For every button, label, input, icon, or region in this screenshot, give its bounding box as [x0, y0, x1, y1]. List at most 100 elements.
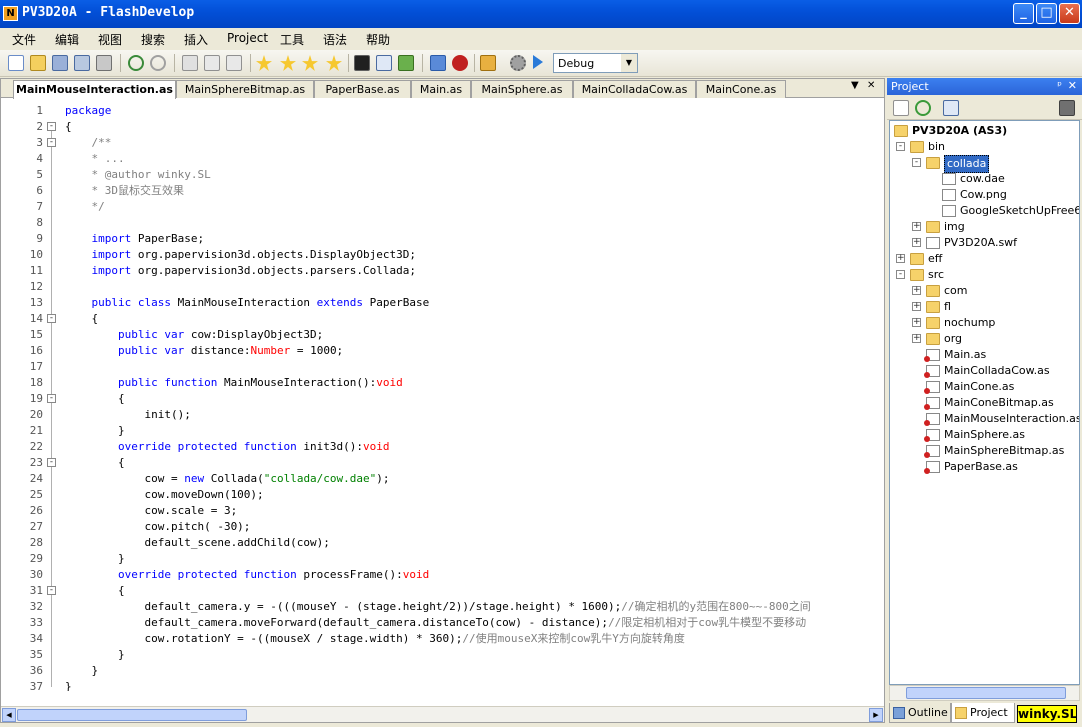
code-line[interactable]: 1 package: [1, 103, 884, 119]
expand-icon[interactable]: +: [912, 238, 921, 247]
expand-icon[interactable]: +: [896, 254, 905, 263]
menu-edit[interactable]: 编辑: [55, 31, 79, 48]
code-line[interactable]: 27 cow.pitch( -30);: [1, 519, 884, 535]
print-icon[interactable]: [96, 55, 112, 71]
scroll-right-icon[interactable]: ▶: [869, 708, 883, 722]
redo-icon[interactable]: [150, 55, 166, 71]
code-line[interactable]: 21 }: [1, 423, 884, 439]
fold-toggle-icon[interactable]: -: [47, 314, 56, 323]
expand-icon[interactable]: +: [912, 334, 921, 343]
tree-node[interactable]: - collada: [890, 155, 1079, 173]
tab-outline[interactable]: Outline: [889, 703, 951, 723]
code-line[interactable]: 26 cow.scale = 3;: [1, 503, 884, 519]
refresh-icon[interactable]: [915, 100, 931, 116]
tree-node[interactable]: PaperBase.as: [890, 459, 1079, 475]
collapse-icon[interactable]: -: [896, 270, 905, 279]
tree-node[interactable]: + org: [890, 331, 1079, 347]
check-syntax-icon[interactable]: [430, 55, 446, 71]
expand-icon[interactable]: +: [912, 302, 921, 311]
close-button[interactable]: ✕: [1059, 3, 1080, 24]
tree-node[interactable]: + fl: [890, 299, 1079, 315]
pin-icon[interactable]: ᵖ: [1057, 79, 1062, 92]
menu-insert[interactable]: 插入: [184, 31, 208, 48]
tree-node[interactable]: MainConeBitmap.as: [890, 395, 1079, 411]
close-panel-icon[interactable]: ✕: [1068, 79, 1077, 92]
code-line[interactable]: 31- {: [1, 583, 884, 599]
open-file-icon[interactable]: [30, 55, 46, 71]
debug-bug-icon[interactable]: [452, 55, 468, 71]
tree-node[interactable]: + img: [890, 219, 1079, 235]
maximize-button[interactable]: □: [1036, 3, 1057, 24]
code-line[interactable]: 33 default_camera.moveForward(default_ca…: [1, 615, 884, 631]
code-line[interactable]: 6 * 3D鼠标交互效果: [1, 183, 884, 199]
fold-toggle-icon[interactable]: -: [47, 586, 56, 595]
code-area[interactable]: 1 package 2-{3- /** 4 * ... 5 * @author wink…: [1, 99, 884, 691]
collapse-icon[interactable]: -: [912, 158, 921, 167]
save-all-icon[interactable]: [74, 55, 90, 71]
code-line[interactable]: 12: [1, 279, 884, 295]
scroll-thumb[interactable]: [17, 709, 247, 721]
tree-node[interactable]: Cow.png: [890, 187, 1079, 203]
tab-mainmouseinteraction[interactable]: MainMouseInteraction.as: [13, 80, 176, 99]
build-project-icon[interactable]: [480, 55, 496, 71]
code-line[interactable]: 22 override protected function init3d():…: [1, 439, 884, 455]
menu-file[interactable]: 文件: [12, 31, 36, 48]
tree-node[interactable]: Main.as: [890, 347, 1079, 363]
bookmark-prev-icon[interactable]: [302, 55, 318, 71]
code-line[interactable]: 36 }: [1, 663, 884, 679]
layout-icon[interactable]: [376, 55, 392, 71]
close-tab-icon[interactable]: ✕: [867, 80, 875, 91]
tab-mainsphere[interactable]: MainSphere.as: [471, 80, 573, 98]
test-movie-play-icon[interactable]: [533, 55, 543, 69]
editor-horizontal-scrollbar[interactable]: ◀ ▶: [1, 706, 884, 722]
code-line[interactable]: 32 default_camera.y = -(((mouseY - (stag…: [1, 599, 884, 615]
paste-icon[interactable]: [226, 55, 242, 71]
code-line[interactable]: 7 */: [1, 199, 884, 215]
tree-node[interactable]: MainMouseInteraction.as: [890, 411, 1079, 427]
project-tree[interactable]: PV3D20A (AS3) - bin - collada cow.dae Cow.png G…: [889, 120, 1080, 685]
tab-maincone[interactable]: MainCone.as: [696, 80, 786, 98]
code-line[interactable]: 35 }: [1, 647, 884, 663]
properties-icon[interactable]: [943, 100, 959, 116]
tab-paperbase[interactable]: PaperBase.as: [314, 80, 411, 98]
new-file-icon[interactable]: [8, 55, 24, 71]
tree-node[interactable]: + nochump: [890, 315, 1079, 331]
menu-search[interactable]: 搜索: [141, 31, 165, 48]
tab-project[interactable]: Project: [951, 703, 1015, 723]
menu-help[interactable]: 帮助: [366, 31, 390, 48]
copy-icon[interactable]: [204, 55, 220, 71]
tree-node[interactable]: - src: [890, 267, 1079, 283]
bookmark-toggle-icon[interactable]: [256, 55, 272, 71]
code-line[interactable]: 11 import org.papervision3d.objects.pars…: [1, 263, 884, 279]
code-line[interactable]: 18 public function MainMouseInteraction(…: [1, 375, 884, 391]
expand-icon[interactable]: +: [912, 286, 921, 295]
fold-toggle-icon[interactable]: -: [47, 458, 56, 467]
save-icon[interactable]: [52, 55, 68, 71]
code-line[interactable]: 13 public class MainMouseInteraction ext…: [1, 295, 884, 311]
tree-node[interactable]: MainSphere.as: [890, 427, 1079, 443]
code-editor[interactable]: MainMouseInteraction.as MainSphereBitmap…: [0, 78, 885, 723]
code-line[interactable]: 10 import org.papervision3d.objects.Disp…: [1, 247, 884, 263]
plugin-icon[interactable]: [398, 55, 414, 71]
tree-node[interactable]: MainColladaCow.as: [890, 363, 1079, 379]
tree-node[interactable]: + com: [890, 283, 1079, 299]
fold-toggle-icon[interactable]: -: [47, 394, 56, 403]
code-line[interactable]: 14- {: [1, 311, 884, 327]
code-line[interactable]: 2-{: [1, 119, 884, 135]
tab-mainspherebitmap[interactable]: MainSphereBitmap.as: [176, 80, 314, 98]
copy-file-icon[interactable]: [893, 100, 909, 116]
bookmark-clear-icon[interactable]: [326, 55, 342, 71]
settings-gear-icon[interactable]: [510, 55, 526, 71]
tools-icon[interactable]: [1059, 100, 1075, 116]
code-line[interactable]: 25 cow.moveDown(100);: [1, 487, 884, 503]
code-line[interactable]: 20 init();: [1, 407, 884, 423]
menu-syntax[interactable]: 语法: [323, 31, 347, 48]
expand-icon[interactable]: +: [912, 318, 921, 327]
expand-icon[interactable]: +: [912, 222, 921, 231]
code-line[interactable]: 4 * ...: [1, 151, 884, 167]
code-line[interactable]: 23- {: [1, 455, 884, 471]
command-prompt-icon[interactable]: [354, 55, 370, 71]
scroll-left-icon[interactable]: ◀: [2, 708, 16, 722]
code-line[interactable]: 15 public var cow:DisplayObject3D;: [1, 327, 884, 343]
tree-node[interactable]: - bin: [890, 139, 1079, 155]
